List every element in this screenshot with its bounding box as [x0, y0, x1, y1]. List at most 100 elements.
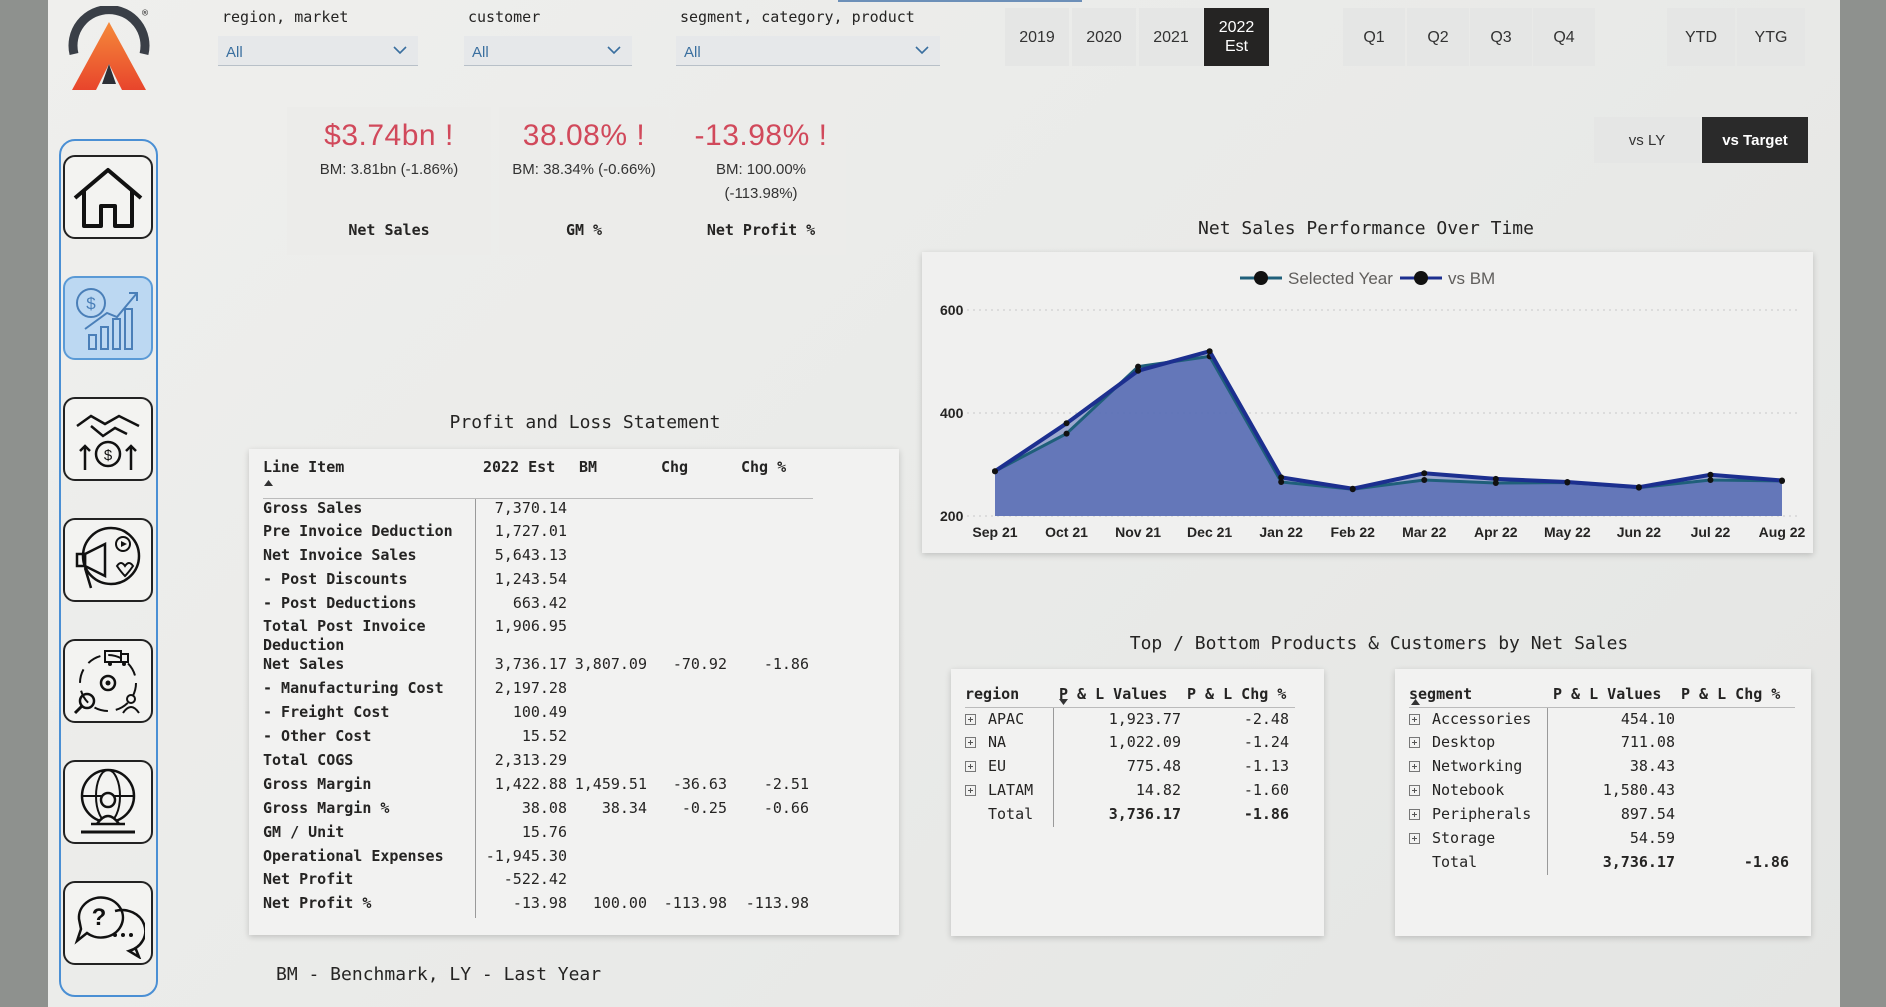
- region-name-label: EU: [988, 757, 1007, 775]
- table-row[interactable]: Notebook 1,580.43: [1409, 779, 1795, 803]
- table-row[interactable]: Desktop 711.08: [1409, 731, 1795, 755]
- segment-col-segment[interactable]: segment: [1409, 669, 1547, 708]
- expand-plus-icon[interactable]: [1409, 737, 1420, 748]
- nav-sales-button[interactable]: $: [63, 397, 153, 481]
- footnote: BM - Benchmark, LY - Last Year: [276, 964, 602, 985]
- segment-col-chg[interactable]: P & L Chg %: [1675, 669, 1795, 708]
- table-row: Gross Sales 7,370.14: [263, 498, 813, 522]
- nav-supply-chain-button[interactable]: [63, 639, 153, 723]
- pl-value-cell: -36.63: [672, 774, 727, 793]
- pl-line-item-cell: Pre Invoice Deduction: [263, 521, 476, 546]
- pl-col-chg[interactable]: Chg: [651, 458, 731, 499]
- table-row[interactable]: NA 1,022.09 -1.24: [965, 731, 1295, 755]
- pl-value-cell: [731, 870, 813, 894]
- pl-value-cell: -0.66: [763, 798, 809, 817]
- pl-value-cell: [571, 594, 651, 618]
- total-value: -1.86: [1243, 805, 1289, 823]
- region-value-cell: -2.48: [1243, 709, 1289, 728]
- table-row[interactable]: Storage 54.59: [1409, 827, 1795, 851]
- x-tick-label: Sep 21: [972, 524, 1017, 540]
- pl-line-item-cell: Gross Sales: [263, 498, 476, 522]
- pl-value-cell: [731, 570, 813, 594]
- expand-plus-icon[interactable]: [965, 785, 976, 796]
- quarter-q1-button[interactable]: Q1: [1343, 8, 1405, 66]
- pl-col-chg-pct[interactable]: Chg %: [731, 458, 813, 499]
- pl-value-cell: 1,727.01: [494, 521, 567, 540]
- table-row: - Post Discounts 1,243.54: [263, 569, 813, 594]
- region-table: region P & L Values P & L Chg % APAC 1,92…: [965, 669, 1295, 827]
- expand-plus-icon[interactable]: [1409, 713, 1420, 725]
- nav-finance-button[interactable]: $: [63, 276, 153, 360]
- pl-col-2022-est[interactable]: 2022 Est: [475, 458, 571, 499]
- pl-value-cell: [651, 823, 731, 847]
- pl-col-bm[interactable]: BM: [571, 458, 651, 499]
- segment-value-cell: [1675, 779, 1795, 803]
- segment-col-values[interactable]: P & L Values: [1547, 669, 1675, 708]
- table-row[interactable]: Peripherals 897.54: [1409, 803, 1795, 827]
- segment-value-cell: 454.10: [1620, 709, 1675, 728]
- ytd-button[interactable]: YTD: [1667, 8, 1735, 66]
- quarter-q3-button[interactable]: Q3: [1470, 8, 1532, 66]
- pl-value-cell: 2,197.28: [494, 679, 567, 698]
- pl-value-cell: [571, 617, 651, 655]
- kpi-title: Net Sales: [348, 221, 430, 239]
- table-row[interactable]: LATAM 14.82 -1.60: [965, 779, 1295, 803]
- quarter-q4-button[interactable]: Q4: [1533, 8, 1595, 66]
- expand-plus-icon[interactable]: [1409, 761, 1420, 772]
- region-value-cell: 1,022.09: [1108, 733, 1181, 751]
- pl-value-cell: [731, 823, 813, 847]
- vs-target-button[interactable]: vs Target: [1702, 117, 1808, 163]
- expand-plus-icon[interactable]: [965, 737, 976, 748]
- pl-value-cell: [571, 522, 651, 546]
- year-2020-button[interactable]: 2020: [1072, 8, 1136, 66]
- pl-value-cell: [651, 617, 731, 655]
- nav-help-button[interactable]: ?: [63, 881, 153, 965]
- expand-plus-icon[interactable]: [1409, 809, 1420, 820]
- pl-line-item-cell: Net Profit %: [263, 894, 476, 919]
- x-tick-label: May 22: [1544, 524, 1591, 540]
- pl-value-cell: [571, 498, 651, 522]
- kpi-benchmark: BM: 3.81bn (-1.86%): [319, 161, 459, 178]
- region-filter-label: region, market: [222, 8, 349, 26]
- expand-plus-icon[interactable]: [965, 761, 976, 772]
- vs-ly-button[interactable]: vs LY: [1594, 117, 1700, 163]
- table-row[interactable]: Networking 38.43: [1409, 755, 1795, 779]
- region-col-region[interactable]: region: [965, 669, 1053, 708]
- nav-home-button[interactable]: [63, 155, 153, 239]
- expand-plus-icon[interactable]: [965, 713, 976, 725]
- quarter-q2-button[interactable]: Q2: [1407, 8, 1469, 66]
- x-tick-label: Apr 22: [1474, 524, 1518, 540]
- table-row[interactable]: APAC 1,923.77 -2.48: [965, 707, 1295, 731]
- segment-name-label: Peripherals: [1432, 805, 1532, 823]
- pl-value-cell: [651, 522, 731, 546]
- pl-value-cell: [651, 570, 731, 594]
- customer-filter-dropdown[interactable]: All: [464, 36, 632, 66]
- year-2019-button[interactable]: 2019: [1005, 8, 1069, 66]
- nav-marketing-button[interactable]: [63, 518, 153, 602]
- legend-marker: [1254, 271, 1268, 285]
- year-2021-button[interactable]: 2021: [1139, 8, 1203, 66]
- segment-name-label: Accessories: [1432, 709, 1532, 728]
- expand-plus-icon[interactable]: [1409, 833, 1420, 844]
- region-value-cell: -1.60: [1243, 781, 1289, 799]
- segment-filter-dropdown[interactable]: All: [676, 36, 940, 66]
- pl-value-cell: [731, 594, 813, 618]
- table-row[interactable]: EU 775.48 -1.13: [965, 755, 1295, 779]
- region-col-values[interactable]: P & L Values: [1053, 669, 1181, 708]
- table-row[interactable]: Accessories 454.10: [1409, 707, 1795, 731]
- pl-line-item-cell: - Post Deductions: [263, 593, 476, 618]
- expand-plus-icon[interactable]: [1409, 785, 1420, 796]
- chart-title: Net Sales Performance Over Time: [1198, 218, 1534, 239]
- pl-value-cell: [571, 570, 651, 594]
- segment-name-cell: Storage: [1409, 827, 1548, 851]
- region-filter-dropdown[interactable]: All: [218, 36, 418, 66]
- kpi-benchmark-change: (-113.98%): [724, 185, 798, 202]
- ytg-button[interactable]: YTG: [1737, 8, 1805, 66]
- nav-global-button[interactable]: [63, 760, 153, 844]
- company-logo: ®: [64, 5, 154, 94]
- year-2022-est-button[interactable]: 2022 Est: [1204, 8, 1269, 66]
- marketing-megaphone-icon: [75, 526, 141, 589]
- pl-col-line-item[interactable]: Line Item: [263, 458, 475, 499]
- table-row: Net Invoice Sales 5,643.13: [263, 545, 813, 570]
- region-col-chg[interactable]: P & L Chg %: [1181, 669, 1295, 708]
